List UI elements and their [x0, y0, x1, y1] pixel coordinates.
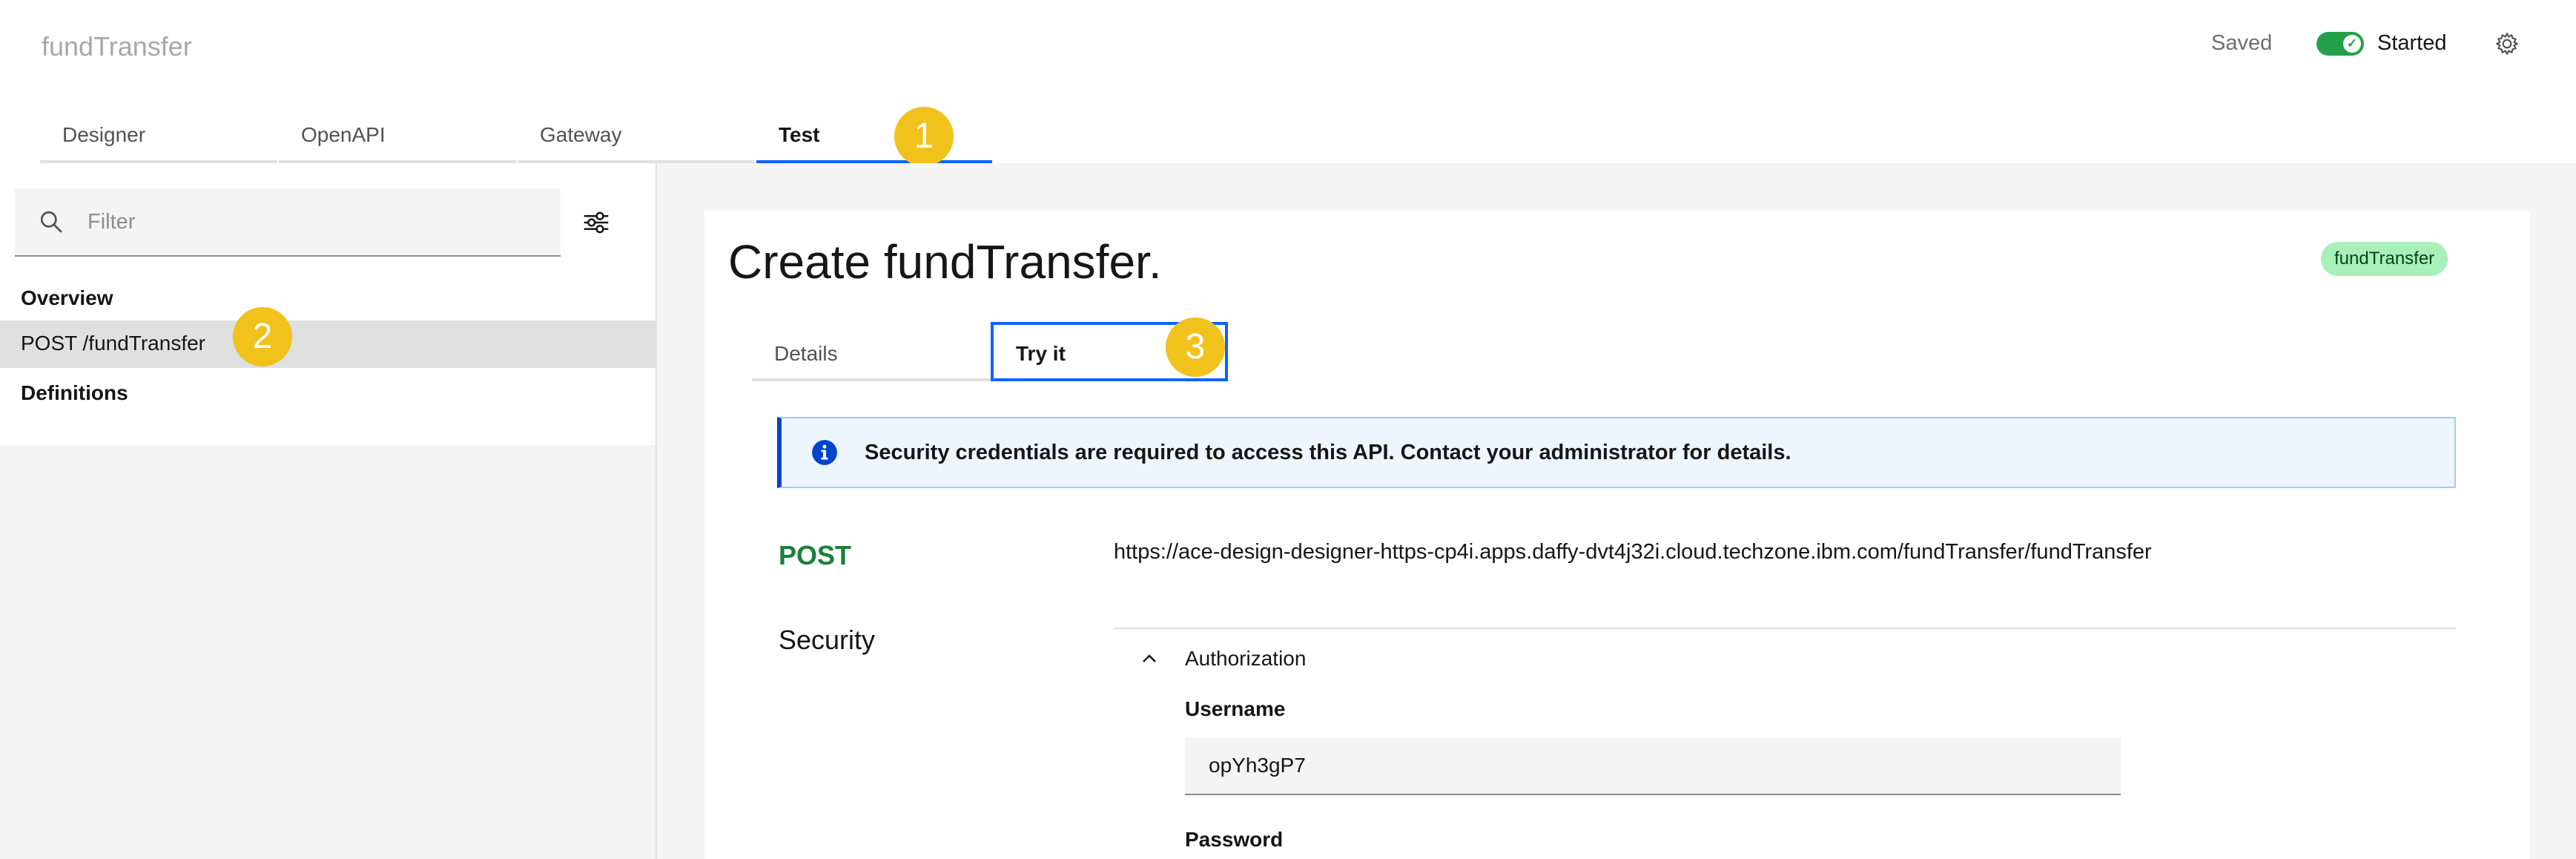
security-divider — [1114, 628, 2456, 629]
sidebar-item-post-fundtransfer[interactable]: POST /fundTransfer — [0, 320, 655, 368]
tab-details[interactable]: Details — [752, 322, 991, 381]
tab-designer[interactable]: Designer — [40, 111, 277, 163]
tab-gateway[interactable]: Gateway — [518, 111, 755, 163]
username-input[interactable] — [1185, 737, 2121, 795]
endpoint-url: https://ace-design-designer-https-cp4i.a… — [1114, 540, 2152, 564]
callout-badge-1: 1 — [894, 107, 954, 166]
authorization-accordion[interactable]: Authorization — [1185, 647, 1306, 671]
notice-text: Security credentials are required to acc… — [865, 441, 1791, 464]
run-state-label: Started — [2377, 31, 2447, 55]
page-title: Create fundTransfer. — [728, 235, 1162, 289]
sidebar-item-overview[interactable]: Overview — [21, 286, 113, 310]
callout-badge-3: 3 — [1166, 317, 1225, 377]
info-icon — [812, 440, 837, 465]
filter-settings-icon[interactable] — [580, 208, 612, 237]
filter-input[interactable] — [86, 188, 534, 255]
security-notice: Security credentials are required to acc… — [777, 417, 2456, 488]
tab-test[interactable]: Test — [756, 111, 992, 163]
sidebar-item-label: POST /fundTransfer — [21, 332, 205, 355]
api-tag: fundTransfer — [2321, 242, 2448, 276]
sidebar-empty-area — [0, 445, 655, 859]
start-toggle[interactable]: ✓ — [2316, 32, 2364, 56]
checkmark-icon: ✓ — [2343, 35, 2361, 53]
search-icon — [40, 211, 62, 233]
tab-openapi[interactable]: OpenAPI — [279, 111, 516, 163]
save-status: Saved — [2211, 31, 2273, 55]
gear-icon[interactable] — [2494, 31, 2520, 56]
security-heading: Security — [779, 625, 876, 655]
app-title: fundTransfer — [42, 31, 192, 62]
sidebar-item-definitions[interactable]: Definitions — [21, 381, 128, 405]
password-label: Password — [1185, 828, 1284, 851]
callout-badge-2: 2 — [233, 307, 292, 366]
http-method: POST — [779, 540, 852, 570]
chevron-up-icon[interactable] — [1137, 647, 1161, 671]
username-label: Username — [1185, 697, 1286, 720]
filter-field[interactable] — [15, 188, 561, 257]
